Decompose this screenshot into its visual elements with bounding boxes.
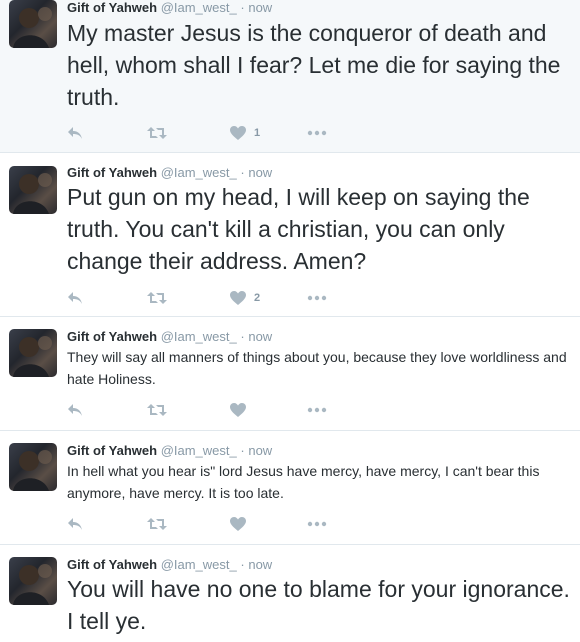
reply-icon [68, 404, 82, 416]
username[interactable]: @Iam_west_ [161, 557, 237, 572]
timeline: Gift of Yahweh @Iam_west_ · now My maste… [0, 0, 580, 642]
tweet-text: You will have no one to blame for your i… [67, 576, 570, 634]
more-button[interactable] [307, 401, 327, 419]
tweet[interactable]: Gift of Yahweh @Iam_west_ · now My maste… [0, 0, 580, 153]
separator-dot: · [240, 0, 245, 15]
tweet-header: Gift of Yahweh @Iam_west_ · now [67, 557, 272, 573]
retweet-icon [147, 518, 167, 530]
more-icon [307, 521, 327, 527]
more-icon [307, 295, 327, 301]
retweet-button[interactable] [147, 401, 167, 419]
avatar[interactable] [9, 166, 57, 214]
timestamp[interactable]: now [248, 557, 272, 572]
tweet[interactable]: Gift of Yahweh @Iam_west_ · now You will… [0, 545, 580, 642]
tweet-text: In hell what you hear is" lord Jesus hav… [67, 463, 540, 501]
timestamp[interactable]: now [248, 0, 272, 15]
more-icon [307, 130, 327, 136]
heart-icon [230, 403, 246, 417]
tweet[interactable]: Gift of Yahweh @Iam_west_ · now Put gun … [0, 153, 580, 317]
heart-icon [230, 291, 246, 305]
heart-icon [230, 517, 246, 531]
display-name[interactable]: Gift of Yahweh [67, 329, 157, 344]
reply-icon [68, 518, 82, 530]
reply-button[interactable] [67, 401, 83, 419]
more-button[interactable] [307, 515, 327, 533]
tweet-actions [67, 401, 367, 419]
avatar[interactable] [9, 557, 57, 605]
timestamp[interactable]: now [248, 329, 272, 344]
tweet-header: Gift of Yahweh @Iam_west_ · now [67, 165, 272, 181]
separator-dot: · [240, 557, 245, 572]
tweet-header: Gift of Yahweh @Iam_west_ · now [67, 329, 272, 345]
like-button[interactable]: 1 [230, 124, 260, 142]
heart-icon [230, 126, 246, 140]
retweet-button[interactable] [147, 515, 167, 533]
more-button[interactable] [307, 124, 327, 142]
timestamp[interactable]: now [248, 443, 272, 458]
tweet-text: My master Jesus is the conqueror of deat… [67, 20, 561, 110]
like-button[interactable] [230, 515, 254, 533]
separator-dot: · [240, 165, 245, 180]
reply-icon [68, 292, 82, 304]
more-icon [307, 407, 327, 413]
display-name[interactable]: Gift of Yahweh [67, 557, 157, 572]
username[interactable]: @Iam_west_ [161, 329, 237, 344]
more-button[interactable] [307, 289, 327, 307]
retweet-icon [147, 292, 167, 304]
tweet-text: Put gun on my head, I will keep on sayin… [67, 184, 530, 274]
reply-icon [68, 127, 82, 139]
tweet[interactable]: Gift of Yahweh @Iam_west_ · now They wil… [0, 317, 580, 431]
tweet-actions [67, 515, 367, 533]
tweet-actions: 2 [67, 289, 367, 307]
avatar[interactable] [9, 0, 57, 48]
timestamp[interactable]: now [248, 165, 272, 180]
retweet-button[interactable] [147, 124, 167, 142]
avatar[interactable] [9, 443, 57, 491]
tweet[interactable]: Gift of Yahweh @Iam_west_ · now In hell … [0, 431, 580, 545]
username[interactable]: @Iam_west_ [161, 443, 237, 458]
retweet-icon [147, 127, 167, 139]
username[interactable]: @Iam_west_ [161, 165, 237, 180]
reply-button[interactable] [67, 289, 83, 307]
tweet-text: They will say all manners of things abou… [67, 349, 567, 387]
username[interactable]: @Iam_west_ [161, 0, 237, 15]
reply-button[interactable] [67, 124, 83, 142]
reply-button[interactable] [67, 515, 83, 533]
like-count: 1 [254, 127, 261, 139]
separator-dot: · [240, 329, 245, 344]
display-name[interactable]: Gift of Yahweh [67, 443, 157, 458]
like-button[interactable]: 2 [230, 289, 260, 307]
like-button[interactable] [230, 401, 254, 419]
like-count: 2 [254, 292, 261, 304]
avatar[interactable] [9, 329, 57, 377]
tweet-actions: 1 [67, 124, 367, 142]
display-name[interactable]: Gift of Yahweh [67, 165, 157, 180]
tweet-header: Gift of Yahweh @Iam_west_ · now [67, 443, 272, 459]
separator-dot: · [240, 443, 245, 458]
retweet-icon [147, 404, 167, 416]
display-name[interactable]: Gift of Yahweh [67, 0, 157, 15]
tweet-header: Gift of Yahweh @Iam_west_ · now [67, 0, 272, 16]
retweet-button[interactable] [147, 289, 167, 307]
